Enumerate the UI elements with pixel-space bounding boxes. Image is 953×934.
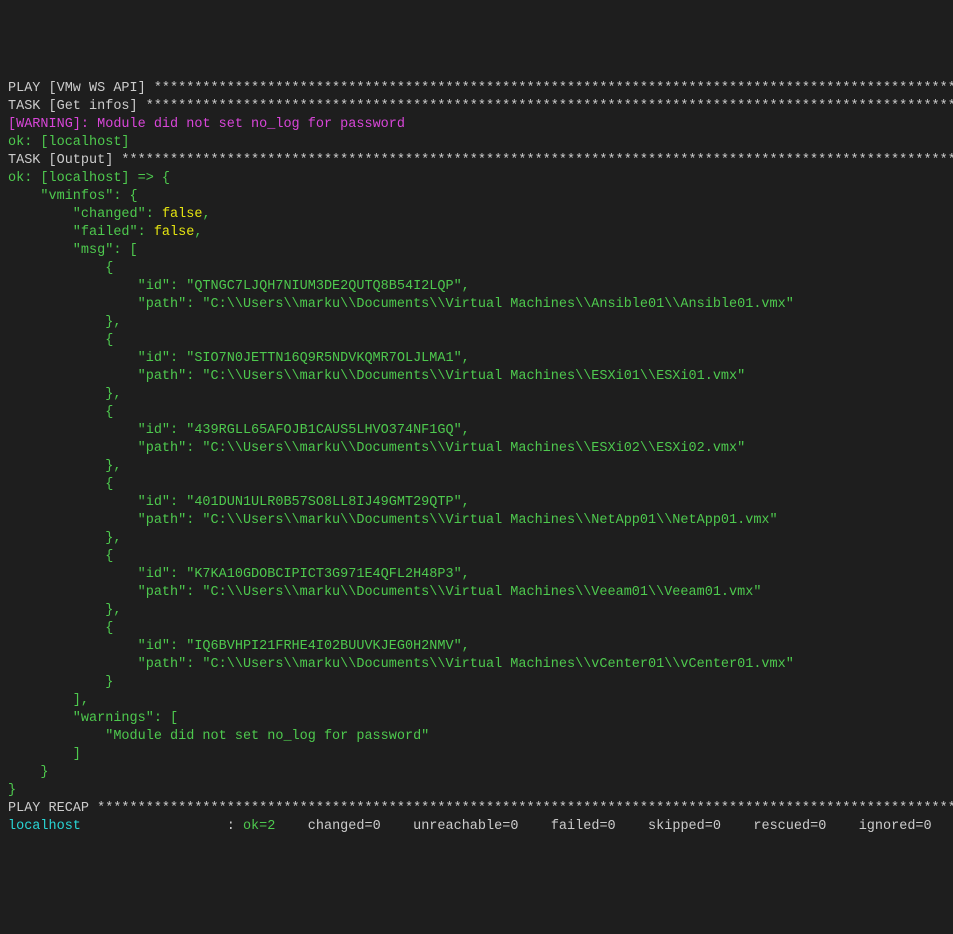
play-recap-line: localhost : ok=2 changed=0 unreachable=0… (8, 818, 945, 836)
warnings-item: "Module did not set no_log for password" (8, 728, 945, 746)
obj-close: }, (8, 458, 945, 476)
obj-close: }, (8, 530, 945, 548)
msg-open: "msg": [ (8, 242, 945, 260)
obj-close: }, (8, 386, 945, 404)
vm-path: "path": "C:\\Users\\marku\\Documents\\Vi… (8, 656, 945, 674)
play-recap-header: PLAY RECAP *****************************… (8, 800, 945, 818)
vminfos-key: "vminfos": { (8, 188, 945, 206)
obj-close: }, (8, 602, 945, 620)
obj-open: { (8, 476, 945, 494)
vm-id: "id": "SIO7N0JETTN16Q9R5NDVKQMR7OLJLMA1"… (8, 350, 945, 368)
obj-close: } (8, 674, 945, 692)
warnings-close: ] (8, 746, 945, 764)
obj-open: { (8, 548, 945, 566)
recap-unreachable: unreachable=0 (405, 819, 543, 834)
vm-path: "path": "C:\\Users\\marku\\Documents\\Vi… (8, 368, 945, 386)
recap-ok: ok=2 (243, 819, 300, 834)
warning-tag: [WARNING] (8, 117, 81, 132)
recap-header-text: PLAY RECAP *****************************… (8, 801, 953, 816)
vm-id: "id": "439RGLL65AFOJB1CAUS5LHVO374NF1GQ"… (8, 422, 945, 440)
failed-line: "failed": false, (8, 224, 945, 242)
changed-line: "changed": false, (8, 206, 945, 224)
vm-path: "path": "C:\\Users\\marku\\Documents\\Vi… (8, 584, 945, 602)
task-get-infos-header: TASK [Get infos] ***********************… (8, 98, 945, 116)
vm-id: "id": "IQ6BVHPI21FRHE4I02BUUVKJEG0H2NMV"… (8, 638, 945, 656)
vm-id: "id": "K7KA10GDOBCIPICT3G971E4QFL2H48P3"… (8, 566, 945, 584)
vminfos-close: } (8, 764, 945, 782)
vm-id: "id": "401DUN1ULR0B57SO8LL8IJ49GMT29QTP"… (8, 494, 945, 512)
warning-line: [WARNING]: Module did not set no_log for… (8, 116, 945, 134)
vm-path: "path": "C:\\Users\\marku\\Documents\\Vi… (8, 512, 945, 530)
task1-ok: ok: [localhost] (8, 134, 945, 152)
task-output-header: TASK [Output] **************************… (8, 152, 945, 170)
obj-open: { (8, 620, 945, 638)
play-header-text: PLAY [VMw WS API] **********************… (8, 81, 953, 96)
vm-id: "id": "QTNGC7LJQH7NIUM3DE2QUTQ8B54I2LQP"… (8, 278, 945, 296)
task-header-text: TASK [Get infos] ***********************… (8, 99, 953, 114)
warning-message: Module did not set no_log for password (97, 117, 405, 132)
recap-skipped: skipped=0 (640, 819, 745, 834)
vm-path: "path": "C:\\Users\\marku\\Documents\\Vi… (8, 296, 945, 314)
recap-host: localhost (8, 819, 227, 834)
obj-open: { (8, 404, 945, 422)
recap-ignored: ignored=0 (851, 819, 932, 834)
ok-localhost: ok: [localhost] (8, 135, 130, 150)
obj-open: { (8, 260, 945, 278)
obj-open: { (8, 332, 945, 350)
play-header: PLAY [VMw WS API] **********************… (8, 80, 945, 98)
task-header-text: TASK [Output] **************************… (8, 153, 953, 168)
root-close: } (8, 782, 945, 800)
vm-path: "path": "C:\\Users\\marku\\Documents\\Vi… (8, 440, 945, 458)
obj-close: }, (8, 314, 945, 332)
warnings-open: "warnings": [ (8, 710, 945, 728)
msg-close: ], (8, 692, 945, 710)
recap-failed: failed=0 (543, 819, 640, 834)
terminal-output: PLAY [VMw WS API] **********************… (8, 80, 945, 836)
recap-rescued: rescued=0 (745, 819, 850, 834)
ok-open: ok: [localhost] => { (8, 170, 945, 188)
recap-changed: changed=0 (300, 819, 405, 834)
